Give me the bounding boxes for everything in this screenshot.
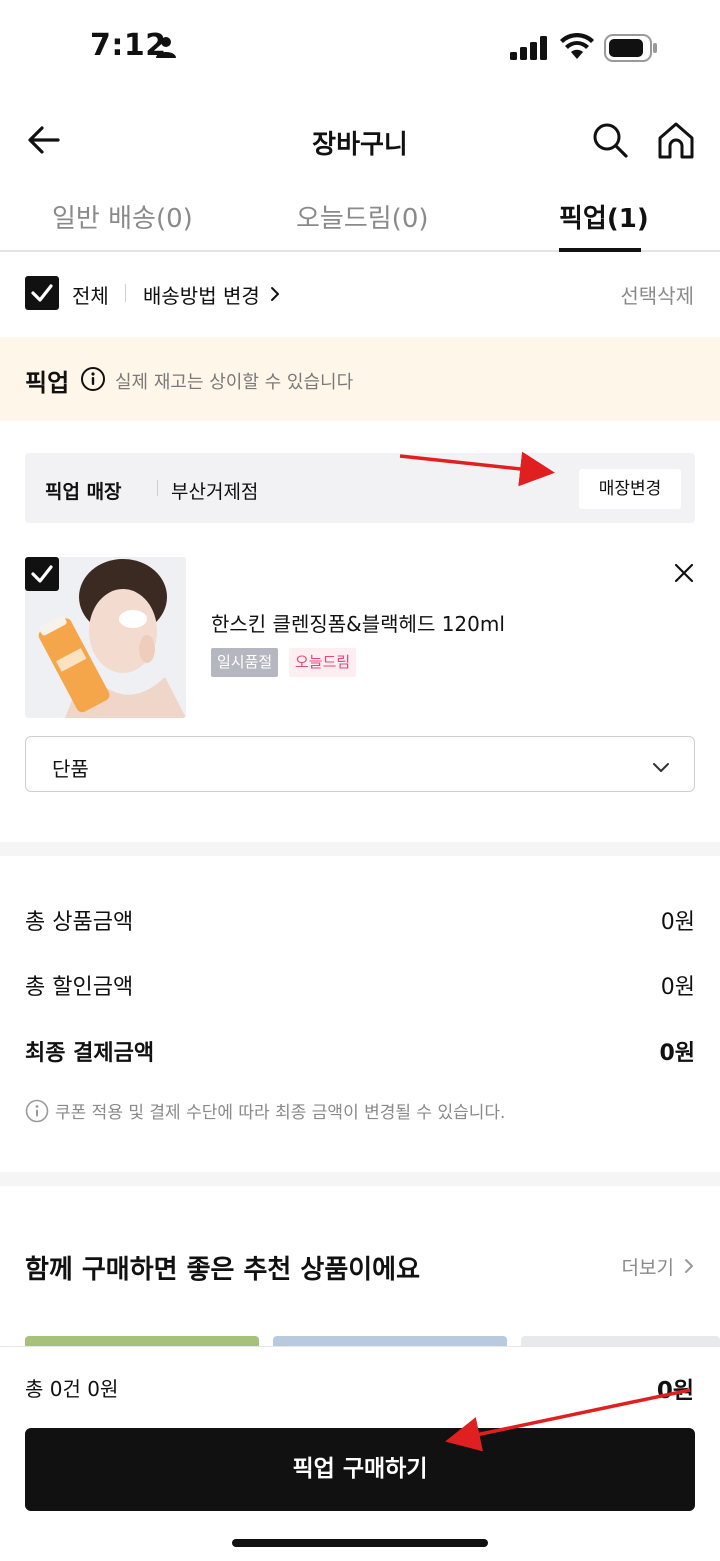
home-icon[interactable]: [656, 120, 696, 160]
summary-value: 0원: [659, 1041, 695, 1066]
section-divider: [0, 842, 720, 856]
section-divider: [0, 1172, 720, 1186]
summary-label: 총 할인금액: [25, 975, 134, 1000]
coupon-note-text: 쿠폰 적용 및 결제 수단에 따라 최종 금액이 변경될 수 있습니다.: [55, 1103, 506, 1123]
pickup-store-name: 부산거제점: [171, 481, 259, 503]
status-bar: 7:12: [0, 0, 720, 96]
battery-icon: [604, 34, 658, 66]
chevron-right-icon: [270, 286, 280, 306]
coupon-note: 쿠폰 적용 및 결제 수단에 따라 최종 금액이 변경될 수 있습니다.: [25, 1098, 505, 1128]
tab-pickup[interactable]: 픽업(1): [559, 198, 649, 235]
cellular-signal-icon: [510, 36, 548, 64]
total-count: 총 0건 0원: [25, 1377, 119, 1401]
option-value: 단품: [52, 757, 89, 781]
pickup-banner: 픽업 실제 재고는 상이할 수 있습니다: [0, 337, 720, 421]
cart-item: 한스킨 클렌징폼&블랙헤드 120ml 일시품절 오늘드림: [0, 557, 720, 727]
chevron-right-icon: [684, 1258, 694, 1278]
summary-label: 최종 결제금액: [25, 1041, 155, 1066]
total-amount: 0원: [656, 1378, 694, 1404]
change-shipping-method-link[interactable]: 배송방법 변경: [143, 280, 260, 309]
pickup-section-title: 픽업: [25, 369, 70, 397]
summary-value: 0원: [660, 975, 695, 1000]
person-icon: [155, 36, 177, 62]
tab-today-dream[interactable]: 오늘드림(0): [296, 198, 429, 235]
select-all-checkbox[interactable]: [25, 276, 59, 310]
badge-soldout: 일시품절: [211, 648, 279, 677]
badge-today-dream: 오늘드림: [289, 648, 357, 677]
delete-selected-button[interactable]: 선택삭제: [620, 280, 694, 309]
checkout-bar: 총 0건 0원 0원 픽업 구매하기: [0, 1346, 720, 1561]
selection-row: 전체 배송방법 변경 선택삭제: [0, 268, 720, 320]
info-icon: [25, 1099, 49, 1128]
chevron-down-icon: [652, 759, 670, 778]
stock-notice-text: 실제 재고는 상이할 수 있습니다: [115, 372, 354, 393]
summary-row-final-payment: 최종 결제금액 0원: [25, 1035, 695, 1071]
home-indicator: [232, 1539, 488, 1547]
pickup-purchase-button[interactable]: 픽업 구매하기: [25, 1428, 695, 1511]
wifi-icon: [560, 32, 594, 64]
change-store-button[interactable]: 매장변경: [579, 469, 681, 509]
summary-label: 총 상품금액: [25, 910, 134, 935]
pickup-store-box: 픽업 매장 부산거제점 매장변경: [25, 453, 695, 523]
info-icon[interactable]: [80, 366, 106, 396]
option-select[interactable]: 단품: [25, 736, 695, 792]
pickup-store-label: 픽업 매장: [45, 481, 122, 503]
active-tab-indicator: [559, 248, 641, 252]
search-icon[interactable]: [590, 120, 630, 160]
divider: [125, 284, 126, 302]
tab-general-delivery[interactable]: 일반 배송(0): [52, 198, 193, 235]
summary-row-total-product: 총 상품금액 0원: [25, 904, 695, 940]
close-icon[interactable]: [672, 561, 696, 585]
see-more-link[interactable]: 더보기: [622, 1253, 674, 1280]
nav-bar: 장바구니: [0, 104, 720, 176]
summary-row-total-discount: 총 할인금액 0원: [25, 969, 695, 1005]
product-name[interactable]: 한스킨 클렌징폼&블랙헤드 120ml: [211, 608, 505, 637]
item-checkbox[interactable]: [25, 557, 59, 591]
summary-value: 0원: [660, 910, 695, 935]
select-all-label[interactable]: 전체: [72, 280, 109, 309]
recommend-title: 함께 구매하면 좋은 추천 상품이에요: [25, 1255, 421, 1285]
delivery-tabs: 일반 배송(0) 오늘드림(0) 픽업(1): [0, 184, 720, 252]
divider: [157, 480, 158, 496]
